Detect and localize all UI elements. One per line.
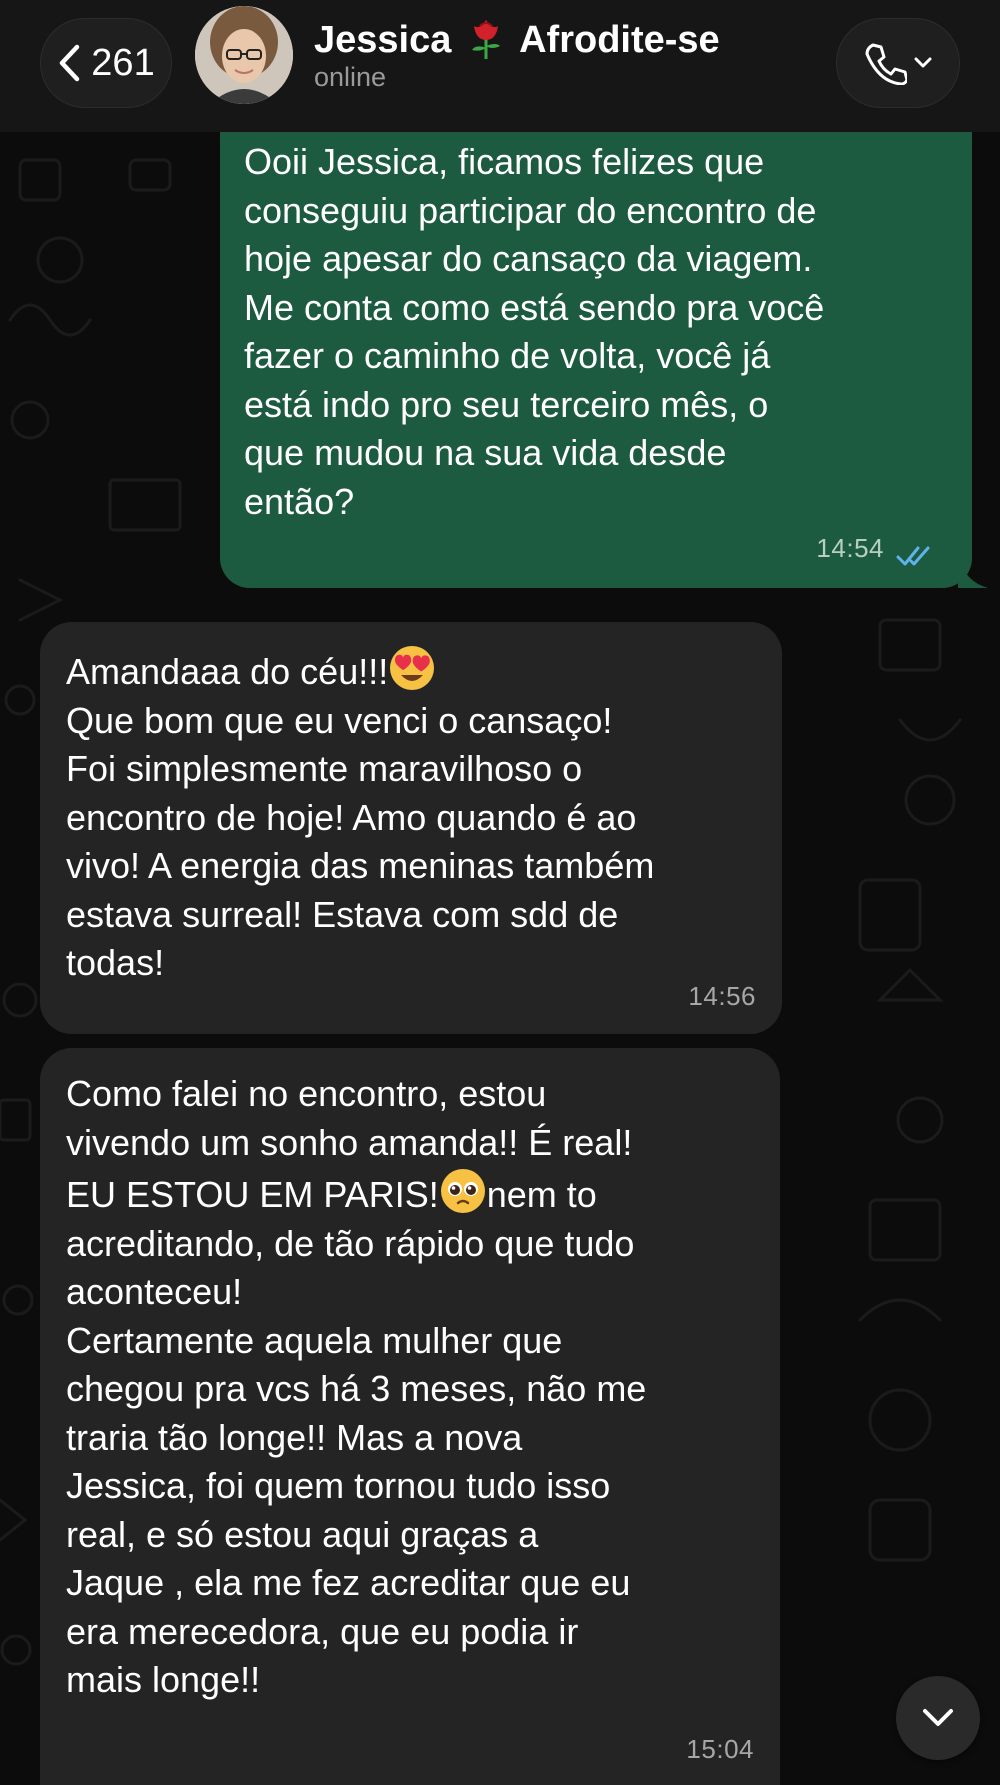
message-time: 15:04 [686,1733,754,1764]
back-button[interactable]: 261 [40,18,172,108]
unread-count: 261 [91,41,155,84]
message-text: acreditando, de tão rápido que tudo acon… [66,1222,647,1701]
bubble-tail [958,558,988,588]
chevron-left-icon [60,44,80,82]
message-first-line: Amandaaa do céu!!! [66,644,752,697]
scroll-to-bottom-button[interactable] [896,1676,980,1760]
contact-name-first: Jessica [314,19,452,61]
chat-header: 261 Jessica Afrodite-se online [0,0,1000,132]
contact-name[interactable]: Jessica Afrodite-se [314,16,720,62]
avatar[interactable] [195,6,293,104]
chevron-down-icon [923,1709,953,1726]
message-time: 14:56 [688,980,756,1011]
outgoing-message[interactable]: Ooii Jessica, ficamos felizes que conseg… [220,116,988,588]
contact-name-second: Afrodite-se [519,19,720,61]
message-text-after-emoji: nem to [486,1174,597,1215]
heart-eyes-emoji-icon [390,646,435,690]
message-text-line: Amandaaa do céu!!! [66,651,389,692]
message-text: Que bom que eu venci o cansaço! Foi simp… [66,699,655,984]
phone-icon [865,43,907,85]
message-text: Ooii Jessica, ficamos felizes que conseg… [244,141,825,522]
contact-status: online [314,62,387,92]
message-time: 14:54 [816,532,884,563]
chevron-down-icon [914,57,932,68]
double-check-icon [896,546,930,566]
avatar-photo [195,6,293,104]
rose-emoji-icon [471,20,500,59]
call-button[interactable] [836,18,960,108]
incoming-message[interactable]: Como falei no encontro, estou vivendo um… [40,1048,780,1785]
incoming-message[interactable]: Amandaaa do céu!!! Que bom que eu venci … [40,622,782,1034]
pleading-face-emoji-icon [440,1169,485,1213]
